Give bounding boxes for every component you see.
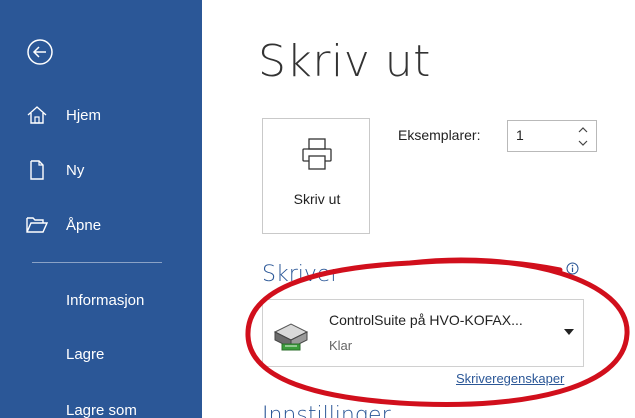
copies-label: Eksemplarer: bbox=[398, 127, 481, 143]
print-button-label: Skriv ut bbox=[293, 191, 341, 207]
print-button[interactable]: Skriv ut bbox=[262, 118, 370, 234]
backstage-sidebar: Hjem Ny Åpne Informasjon Lagre Lagre som bbox=[0, 0, 202, 418]
sidebar-item-label: Informasjon bbox=[66, 291, 145, 309]
sidebar-item-new[interactable]: Ny bbox=[0, 150, 202, 190]
sidebar-item-info[interactable]: Informasjon bbox=[0, 280, 202, 320]
copies-input[interactable] bbox=[516, 127, 566, 143]
sidebar-item-label: Åpne bbox=[66, 216, 102, 234]
info-icon[interactable] bbox=[566, 262, 579, 275]
sidebar-item-home[interactable]: Hjem bbox=[0, 95, 202, 135]
printer-name: ControlSuite på HVO-KOFAX... bbox=[329, 312, 523, 328]
sidebar-item-open[interactable]: Åpne bbox=[0, 205, 202, 245]
dropdown-arrow-icon bbox=[564, 329, 574, 335]
settings-section-title: Innstillinger bbox=[262, 403, 391, 418]
sidebar-item-save-as[interactable]: Lagre som bbox=[0, 390, 202, 418]
sidebar-item-label: Lagre som bbox=[66, 401, 137, 418]
copies-stepper[interactable] bbox=[507, 120, 597, 152]
sidebar-item-save[interactable]: Lagre bbox=[0, 334, 202, 374]
page-title: Skriv ut bbox=[258, 36, 431, 87]
sidebar-divider bbox=[32, 262, 162, 263]
sidebar-item-label: Hjem bbox=[66, 106, 102, 124]
chevron-down-icon[interactable] bbox=[576, 137, 590, 149]
printer-section-title: Skriver bbox=[262, 262, 340, 287]
printer-icon bbox=[302, 138, 332, 170]
home-icon bbox=[27, 106, 47, 124]
back-arrow-icon[interactable] bbox=[26, 38, 54, 66]
network-printer-icon bbox=[273, 323, 309, 351]
printer-properties-link[interactable]: Skriveregenskaper bbox=[456, 371, 564, 386]
printer-select[interactable]: ControlSuite på HVO-KOFAX... Klar bbox=[262, 299, 584, 367]
new-document-icon bbox=[30, 160, 44, 180]
printer-status: Klar bbox=[329, 338, 353, 353]
chevron-up-icon[interactable] bbox=[576, 124, 590, 136]
open-folder-icon bbox=[26, 217, 48, 233]
sidebar-item-label: Lagre bbox=[66, 345, 105, 363]
sidebar-item-label: Ny bbox=[66, 161, 85, 179]
